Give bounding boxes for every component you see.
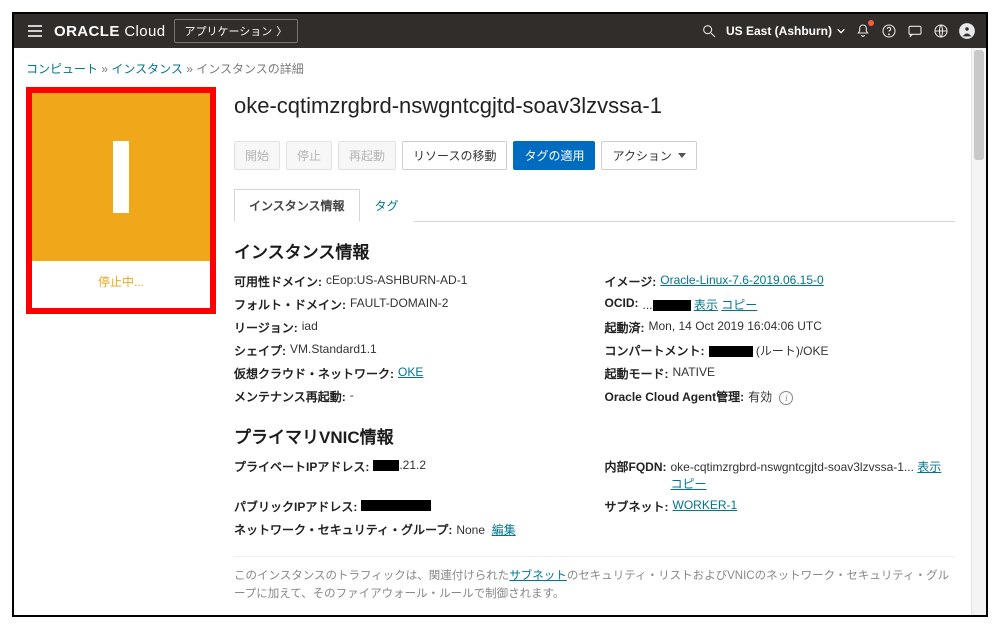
actions-menu[interactable]: アクション	[601, 141, 696, 170]
field-launched: 起動済: Mon, 14 Oct 2019 16:04:06 UTC	[605, 319, 956, 336]
breadcrumb-instances[interactable]: インスタンス	[111, 62, 183, 76]
reboot-button: 再起動	[338, 141, 396, 170]
field-vcn: 仮想クラウド・ネットワーク: OKE	[234, 365, 585, 382]
subnet-footnote-link[interactable]: サブネット	[509, 570, 567, 582]
field-subnet: サブネット: WORKER-1	[605, 498, 956, 515]
field-maintenance-reboot: メンテナンス再起動: -	[234, 388, 585, 405]
chat-icon[interactable]	[906, 22, 924, 40]
breadcrumb-compute[interactable]: コンピュート	[26, 62, 98, 76]
notification-dot	[868, 20, 874, 26]
field-shape: シェイプ: VM.Standard1.1	[234, 342, 585, 359]
field-cloud-agent: Oracle Cloud Agent管理: 有効 i	[605, 388, 956, 405]
ocid-show-link[interactable]: 表示	[694, 298, 718, 312]
field-private-ip: プライベートIPアドレス: .21.2	[234, 458, 585, 492]
announcements-icon[interactable]	[854, 22, 872, 40]
page-title: oke-cqtimzrgbrd-nswgntcgjtd-soav3lzvssa-…	[234, 93, 955, 119]
field-image: イメージ: Oracle-Linux-7.6-2019.06.15-0	[605, 273, 956, 290]
subnet-link[interactable]: WORKER-1	[673, 498, 738, 512]
breadcrumb-current: インスタンスの詳細	[196, 62, 304, 76]
redacted-compartment	[709, 346, 753, 357]
field-availability-domain: 可用性ドメイン: cEop:US-ASHBURN-AD-1	[234, 273, 585, 290]
field-launch-mode: 起動モード: NATIVE	[605, 365, 956, 382]
chevron-down-icon	[836, 26, 846, 36]
menu-icon[interactable]	[24, 21, 46, 41]
field-region: リージョン: iad	[234, 319, 585, 336]
redacted-private-ip	[373, 460, 399, 471]
tab-tags[interactable]: タグ	[360, 189, 414, 222]
scrollbar-thumb[interactable]	[974, 50, 984, 160]
status-icon	[32, 93, 210, 261]
field-compartment: コンパートメント: (ルート)/OKE	[605, 342, 956, 359]
action-toolbar: 開始 停止 再起動 リソースの移動 タグの適用 アクション	[234, 141, 955, 170]
section-heading-vnic: プライマリVNIC情報	[234, 423, 955, 448]
move-resource-button[interactable]: リソースの移動	[402, 141, 507, 170]
field-fault-domain: フォルト・ドメイン: FAULT-DOMAIN-2	[234, 296, 585, 313]
traffic-footnote: このインスタンスのトラフィックは、関連付けられたサブネットのセキュリティ・リスト…	[234, 556, 955, 604]
region-selector[interactable]: US East (Ashburn)	[726, 24, 846, 38]
profile-icon[interactable]	[958, 22, 976, 40]
globe-icon[interactable]	[932, 22, 950, 40]
region-label: US East (Ashburn)	[726, 24, 832, 38]
vcn-link[interactable]: OKE	[398, 365, 423, 379]
section-instance-info: インスタンス情報 可用性ドメイン: cEop:US-ASHBURN-AD-1 イ…	[234, 238, 955, 405]
image-link[interactable]: Oracle-Linux-7.6-2019.06.15-0	[660, 273, 823, 287]
brand-bold: ORACLE	[54, 23, 120, 40]
chevron-right-icon: 〉	[276, 23, 287, 39]
nsg-edit-link[interactable]: 編集	[492, 523, 516, 537]
field-public-ip: パブリックIPアドレス:	[234, 498, 585, 515]
brand-light: Cloud	[124, 23, 165, 40]
ocid-copy-link[interactable]: コピー	[721, 298, 757, 312]
breadcrumb: コンピュート » インスタンス » インスタンスの詳細	[26, 60, 955, 77]
search-icon[interactable]	[700, 22, 718, 40]
redacted-ocid	[653, 300, 691, 311]
brand-logo[interactable]: ORACLE Cloud	[54, 23, 166, 40]
help-icon[interactable]	[880, 22, 898, 40]
fqdn-copy-link[interactable]: コピー	[671, 477, 707, 491]
redacted-public-ip	[361, 500, 431, 511]
section-heading-instance: インスタンス情報	[234, 238, 955, 263]
stop-button: 停止	[286, 141, 332, 170]
caret-down-icon	[678, 153, 686, 158]
start-button: 開始	[234, 141, 280, 170]
info-icon[interactable]: i	[779, 391, 793, 405]
tab-instance-info[interactable]: インスタンス情報	[234, 189, 360, 222]
field-ocid: OCID: ... 表示 コピー	[605, 296, 956, 313]
field-internal-fqdn: 内部FQDN: oke-cqtimzrgbrd-nswgntcgjtd-soav…	[605, 458, 956, 492]
page-content: コンピュート » インスタンス » インスタンスの詳細 停止中... oke-c…	[14, 48, 971, 615]
status-panel: 停止中...	[26, 87, 216, 314]
applications-menu[interactable]: アプリケーション 〉	[174, 19, 299, 43]
actions-label: アクション	[612, 147, 671, 164]
apply-tags-button[interactable]: タグの適用	[513, 141, 595, 170]
tabs: インスタンス情報 タグ	[234, 188, 955, 222]
top-navbar: ORACLE Cloud アプリケーション 〉 US East (Ashburn…	[14, 14, 986, 48]
fqdn-show-link[interactable]: 表示	[917, 460, 941, 474]
field-nsg: ネットワーク・セキュリティ・グループ: None 編集	[234, 521, 585, 538]
scrollbar[interactable]	[971, 48, 986, 615]
applications-label: アプリケーション	[185, 23, 273, 39]
section-primary-vnic: プライマリVNIC情報 プライベートIPアドレス: .21.2 内部FQDN:	[234, 423, 955, 538]
status-caption: 停止中...	[32, 261, 210, 308]
